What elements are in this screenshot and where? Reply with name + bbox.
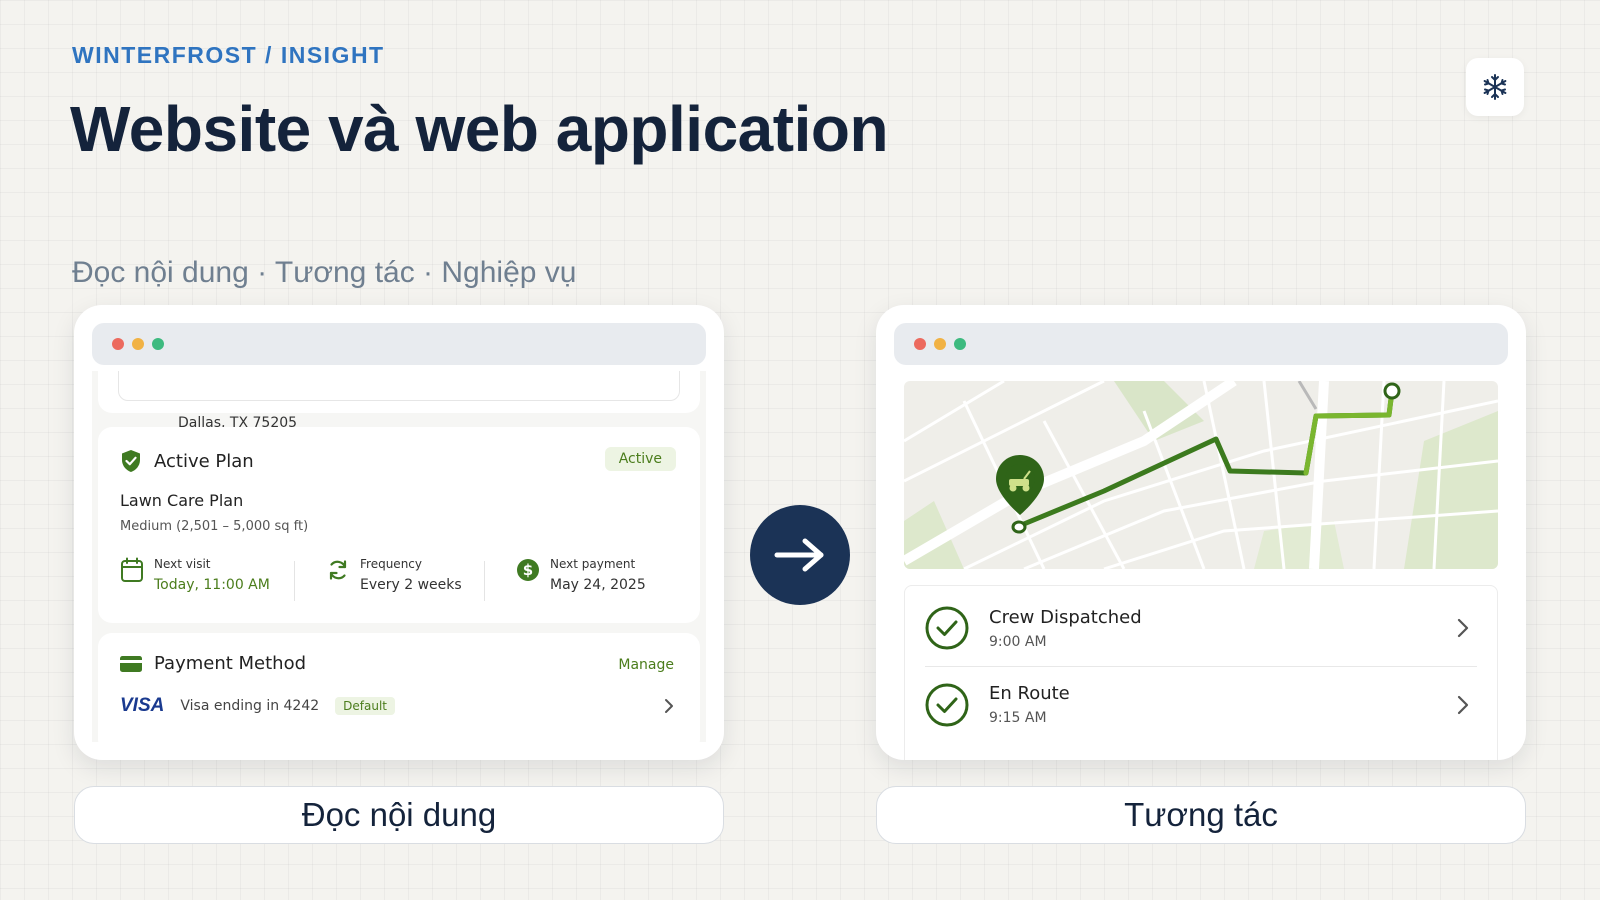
timeline-title: En Route [989, 683, 1070, 704]
maximize-dot [954, 338, 966, 350]
window-titlebar [894, 323, 1508, 365]
arrow-right-icon [774, 538, 824, 572]
snowflake-icon [1483, 74, 1507, 100]
refresh-icon [329, 560, 347, 580]
chevron-right-icon [1457, 618, 1469, 638]
address-card [98, 371, 700, 413]
close-dot [112, 338, 124, 350]
check-circle-icon [925, 606, 969, 650]
status-timeline: Crew Dispatched 9:00 AM En Route 9:15 AM [904, 585, 1498, 760]
chevron-right-icon [665, 699, 673, 713]
route-map[interactable] [904, 381, 1498, 569]
caption-right: Tương tác [876, 786, 1526, 844]
close-dot [914, 338, 926, 350]
timeline-item[interactable]: Crew Dispatched 9:00 AM [925, 590, 1477, 666]
subtitle: Đọc nội dung · Tương tác · Nghiệp vụ [72, 256, 577, 289]
plan-title: Active Plan [154, 450, 254, 472]
visa-logo: VISA [120, 695, 165, 716]
logo-tile [1466, 58, 1524, 116]
minimize-dot [934, 338, 946, 350]
frequency-label: Frequency [360, 557, 422, 571]
timeline-time: 9:15 AM [989, 710, 1047, 726]
transition-arrow [750, 505, 850, 605]
next-payment-value: May 24, 2025 [550, 577, 646, 593]
shield-check-icon [122, 450, 140, 472]
minimize-dot [132, 338, 144, 350]
plan-name: Lawn Care Plan [120, 491, 244, 510]
window-titlebar [92, 323, 706, 365]
next-payment-label: Next payment [550, 557, 636, 571]
maximize-dot [152, 338, 164, 350]
manage-link[interactable]: Manage [618, 657, 674, 673]
check-circle-icon [925, 683, 969, 726]
app-screenshot: Dallas, TX 75205 Active Plan Active Lawn… [92, 371, 706, 742]
active-plan-card[interactable]: Active Plan Active Lawn Care Plan Medium… [98, 427, 700, 623]
interaction-window: Crew Dispatched 9:00 AM En Route 9:15 AM [876, 305, 1526, 760]
calendar-icon [121, 557, 143, 582]
page-title: Website và web application [70, 93, 889, 165]
brand-label: WINTERFROST / INSIGHT [72, 42, 385, 68]
chevron-right-icon [1457, 695, 1469, 714]
default-badge: Default [335, 697, 396, 715]
next-visit-label: Next visit [154, 557, 211, 571]
dollar-icon: $ [517, 559, 539, 581]
status-badge: Active [604, 447, 676, 471]
content-reading-window: Dallas, TX 75205 Active Plan Active Lawn… [74, 305, 724, 760]
next-payment-stat: $ Next payment May 24, 2025 [516, 557, 646, 593]
timeline-time: 9:00 AM [989, 633, 1047, 650]
caption-left: Đọc nội dung [74, 786, 724, 844]
next-visit-value: Today, 11:00 AM [154, 577, 270, 593]
payment-method-card: Payment Method Manage VISA Visa ending i… [98, 633, 700, 742]
payment-title: Payment Method [154, 653, 307, 674]
svg-text:$: $ [523, 561, 533, 579]
plan-size: Medium (2,501 – 5,000 sq ft) [120, 519, 309, 534]
timeline-title: Crew Dispatched [989, 606, 1142, 628]
next-visit-stat: Next visit Today, 11:00 AM [120, 557, 270, 593]
card-description: Visa ending in 4242 [180, 698, 320, 714]
frequency-value: Every 2 weeks [360, 577, 462, 593]
saved-card-row[interactable]: VISA Visa ending in 4242 Default [120, 695, 674, 717]
crew-location-pin-icon [996, 455, 1044, 515]
timeline-item[interactable]: En Route 9:15 AM [925, 666, 1477, 742]
frequency-stat: Frequency Every 2 weeks [326, 557, 462, 593]
credit-card-icon [120, 655, 142, 672]
